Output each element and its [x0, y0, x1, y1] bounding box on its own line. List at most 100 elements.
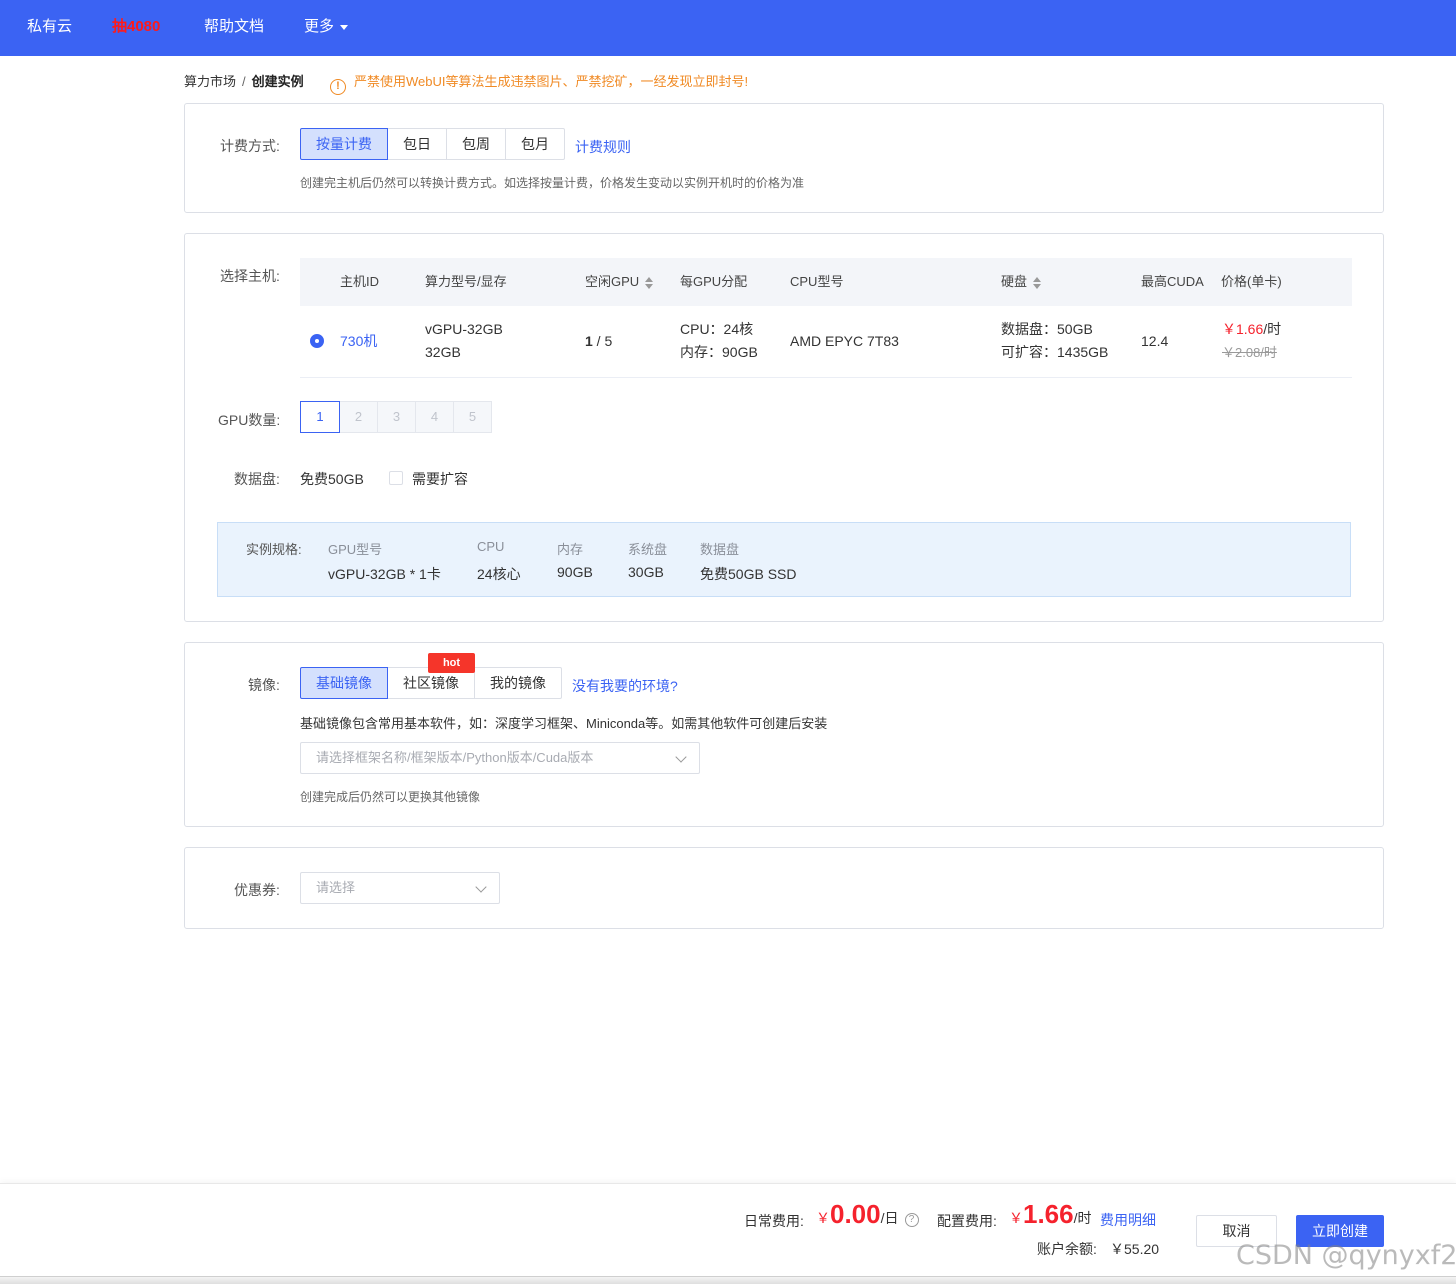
host-price: ￥1.66/时 — [1222, 318, 1281, 341]
expand-checkbox[interactable] — [389, 471, 403, 485]
spec-label: 实例规格: — [246, 542, 302, 557]
chevron-down-icon — [675, 751, 687, 763]
watermark: CSDN @qynyxf22 — [1236, 1240, 1456, 1271]
host-cpu-alloc: CPU：24核 — [680, 321, 754, 337]
gpu-count-option-2: 2 — [339, 401, 378, 433]
spec-header-gpu: GPU型号 — [328, 542, 383, 557]
billing-option-monthly[interactable]: 包月 — [505, 128, 565, 160]
spec-value-gpu: vGPU-32GB * 1卡 — [328, 566, 441, 582]
image-description: 基础镜像包含常用基本软件，如：深度学习框架、Miniconda等。如需其他软件可… — [300, 716, 828, 731]
tab-base-image[interactable]: 基础镜像 — [300, 667, 388, 699]
col-price: 价格(单卡) — [1221, 274, 1282, 289]
gpu-count-option-3: 3 — [377, 401, 416, 433]
tab-my-image[interactable]: 我的镜像 — [474, 667, 562, 699]
nav-help-docs[interactable]: 帮助文档 — [204, 0, 264, 54]
host-radio-selected[interactable] — [310, 334, 324, 348]
spec-value-datadisk: 免费50GB SSD — [700, 566, 797, 582]
warning-text: 严禁使用WebUI等算法生成违禁图片、严禁挖矿，一经发现立即封号! — [354, 74, 749, 89]
warning-notice: ! 严禁使用WebUI等算法生成违禁图片、严禁挖矿，一经发现立即封号! — [330, 71, 748, 95]
image-select-placeholder: 请选择框架名称/框架版本/Python版本/Cuda版本 — [316, 750, 594, 765]
host-mem-alloc: 内存：90GB — [680, 344, 758, 360]
host-old-price: ￥2.08/时 — [1222, 345, 1277, 360]
data-disk-label: 数据盘: — [234, 471, 280, 487]
exclamation-circle-icon: ! — [330, 79, 346, 95]
breadcrumb-separator: / — [242, 74, 246, 89]
expand-label[interactable]: 需要扩容 — [412, 469, 468, 489]
hot-badge: hot — [428, 653, 475, 673]
gpu-count-label: GPU数量: — [218, 412, 281, 428]
col-disk[interactable]: 硬盘 — [1001, 258, 1042, 306]
nav-private-cloud[interactable]: 私有云 — [27, 0, 72, 54]
gpu-count-option-5: 5 — [453, 401, 492, 433]
host-cuda: 12.4 — [1141, 333, 1169, 349]
host-id-link[interactable]: 730机 — [340, 330, 377, 353]
chevron-down-icon — [475, 881, 487, 893]
sort-icon[interactable] — [1033, 276, 1042, 289]
daily-cost-label: 日常费用: — [744, 1213, 804, 1229]
col-host-id: 主机ID — [340, 274, 380, 289]
coupon-label: 优惠券: — [234, 882, 280, 898]
host-gpu-total: / 5 — [592, 333, 613, 349]
billing-type-selector: 按量计费 包日 包周 包月 — [300, 128, 565, 160]
coupon-select[interactable]: 请选择 — [300, 872, 500, 904]
gpu-count-option-4: 4 — [415, 401, 454, 433]
host-price-unit: /时 — [1263, 321, 1282, 337]
window-bottom-edge — [0, 1276, 1456, 1284]
spec-header-sysdisk: 系统盘 — [628, 542, 668, 557]
nav-more-label: 更多 — [304, 18, 335, 35]
config-currency: ￥ — [1009, 1210, 1023, 1226]
host-disk-expand: 可扩容：1435GB — [1001, 344, 1109, 360]
col-free-gpu[interactable]: 空闲GPU — [585, 258, 654, 306]
col-free-gpu-label: 空闲GPU — [585, 274, 640, 289]
billing-hint: 创建完主机后仍然可以转换计费方式。如选择按量计费，价格发生变动以实例开机时的价格… — [300, 176, 805, 190]
sort-icon[interactable] — [645, 276, 654, 289]
data-disk-value: 免费50GB — [300, 471, 364, 487]
image-panel: 镜像: 基础镜像 社区镜像 我的镜像 hot 没有我要的环境? 基础镜像包含常用… — [184, 642, 1384, 827]
gpu-count-selector: 1 2 3 4 5 — [300, 401, 492, 433]
coupon-select-placeholder: 请选择 — [316, 880, 356, 895]
host-gpu-model: vGPU-32GB — [425, 321, 503, 337]
host-price-value: ￥1.66 — [1222, 321, 1264, 337]
billing-option-hourly[interactable]: 按量计费 — [300, 128, 388, 160]
breadcrumb-parent[interactable]: 算力市场 — [184, 74, 236, 89]
breadcrumb-current: 创建实例 — [251, 74, 304, 89]
host-gpu-free: 1 — [585, 333, 593, 349]
nav-promo-4080[interactable]: 抽4080 — [112, 0, 160, 54]
billing-panel: 计费方式: 按量计费 包日 包周 包月 计费规则 创建完主机后仍然可以转换计费方… — [184, 103, 1384, 213]
balance-value: ￥55.20 — [1110, 1241, 1160, 1257]
spec-header-cpu: CPU — [477, 539, 505, 554]
host-label: 选择主机: — [220, 268, 280, 284]
spec-header-mem: 内存 — [557, 542, 584, 557]
image-select[interactable]: 请选择框架名称/框架版本/Python版本/Cuda版本 — [300, 742, 700, 774]
daily-cost-unit: /日 — [880, 1210, 899, 1226]
col-gpu-model: 算力型号/显存 — [425, 274, 507, 289]
col-disk-label: 硬盘 — [1001, 274, 1028, 289]
col-max-cuda: 最高CUDA — [1141, 274, 1204, 289]
host-vram: 32GB — [425, 344, 461, 360]
daily-currency: ￥ — [816, 1210, 830, 1226]
host-gpu-availability: 1 / 5 — [585, 330, 612, 353]
question-icon[interactable]: ? — [904, 1213, 919, 1227]
spec-value-sysdisk: 30GB — [628, 564, 664, 580]
col-per-gpu: 每GPU分配 — [680, 274, 748, 289]
config-cost-value: 1.66 — [1023, 1199, 1074, 1229]
table-row[interactable]: 730机 vGPU-32GB 32GB 1 / 5 CPU：24核 内存：90G… — [300, 306, 1352, 378]
config-cost-unit: /时 — [1073, 1210, 1092, 1226]
config-cost: ￥1.66/时 — [1009, 1199, 1092, 1230]
col-cpu-model: CPU型号 — [790, 274, 844, 289]
host-table-header: 主机ID 算力型号/显存 空闲GPU 每GPU分配 CPU型号 硬盘 最高CUD… — [300, 258, 1352, 306]
cost-detail-link[interactable]: 费用明细 — [1100, 1210, 1156, 1230]
billing-option-daily[interactable]: 包日 — [387, 128, 447, 160]
host-cpu-model: AMD EPYC 7T83 — [790, 333, 899, 349]
spec-value-cpu: 24核心 — [477, 566, 521, 582]
balance-label: 账户余额: — [1037, 1241, 1097, 1257]
nav-more-menu[interactable]: 更多 — [304, 0, 349, 54]
daily-cost: ￥0.00/日? — [816, 1199, 919, 1230]
host-panel: 选择主机: 主机ID 算力型号/显存 空闲GPU 每GPU分配 CPU型号 硬盘… — [184, 233, 1384, 622]
billing-rules-link[interactable]: 计费规则 — [575, 137, 631, 157]
billing-option-weekly[interactable]: 包周 — [446, 128, 506, 160]
billing-label: 计费方式: — [220, 138, 280, 154]
gpu-count-option-1[interactable]: 1 — [300, 401, 340, 433]
spec-value-mem: 90GB — [557, 564, 593, 580]
missing-env-link[interactable]: 没有我要的环境? — [572, 676, 678, 696]
